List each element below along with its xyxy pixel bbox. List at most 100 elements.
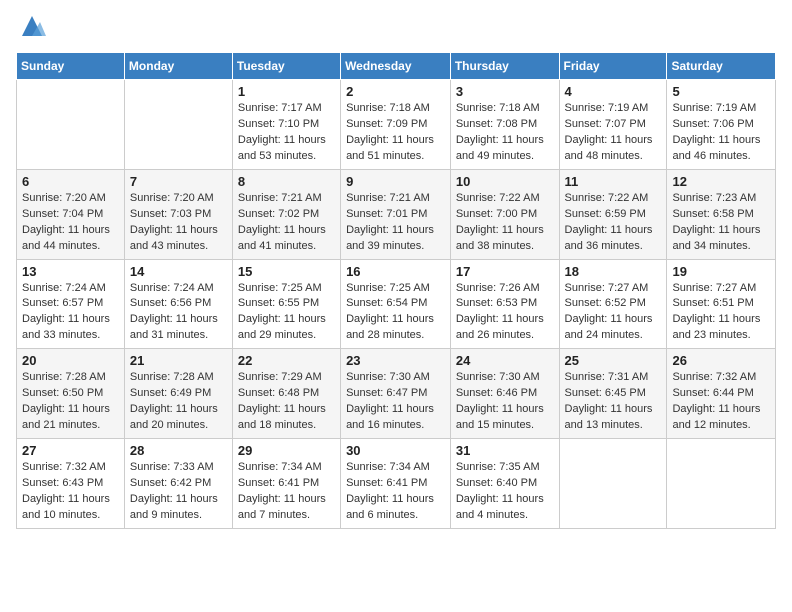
daylight-text: Daylight: 11 hours and 29 minutes.: [238, 312, 335, 344]
day-number: 27: [22, 443, 119, 458]
calendar-cell: 24Sunrise: 7:30 AMSunset: 6:46 PMDayligh…: [450, 349, 559, 439]
sunset-text: Sunset: 7:03 PM: [130, 207, 227, 223]
day-number: 20: [22, 353, 119, 368]
day-info: Sunrise: 7:35 AMSunset: 6:40 PMDaylight:…: [456, 460, 554, 524]
sunset-text: Sunset: 6:41 PM: [346, 476, 445, 492]
daylight-text: Daylight: 11 hours and 21 minutes.: [22, 402, 119, 434]
sunrise-text: Sunrise: 7:29 AM: [238, 370, 335, 386]
day-number: 9: [346, 174, 445, 189]
daylight-text: Daylight: 11 hours and 6 minutes.: [346, 492, 445, 524]
calendar-cell: 16Sunrise: 7:25 AMSunset: 6:54 PMDayligh…: [341, 259, 451, 349]
sunset-text: Sunset: 6:41 PM: [238, 476, 335, 492]
day-number: 22: [238, 353, 335, 368]
weekday-header-friday: Friday: [559, 53, 667, 80]
sunset-text: Sunset: 6:51 PM: [672, 296, 770, 312]
sunrise-text: Sunrise: 7:23 AM: [672, 191, 770, 207]
daylight-text: Daylight: 11 hours and 18 minutes.: [238, 402, 335, 434]
daylight-text: Daylight: 11 hours and 43 minutes.: [130, 223, 227, 255]
day-info: Sunrise: 7:22 AMSunset: 6:59 PMDaylight:…: [565, 191, 662, 255]
sunrise-text: Sunrise: 7:18 AM: [346, 101, 445, 117]
calendar-week-row: 1Sunrise: 7:17 AMSunset: 7:10 PMDaylight…: [17, 80, 776, 170]
calendar-table: SundayMondayTuesdayWednesdayThursdayFrid…: [16, 52, 776, 529]
sunrise-text: Sunrise: 7:21 AM: [346, 191, 445, 207]
day-number: 15: [238, 264, 335, 279]
sunset-text: Sunset: 7:06 PM: [672, 117, 770, 133]
daylight-text: Daylight: 11 hours and 7 minutes.: [238, 492, 335, 524]
weekday-header-monday: Monday: [124, 53, 232, 80]
sunset-text: Sunset: 6:44 PM: [672, 386, 770, 402]
sunrise-text: Sunrise: 7:35 AM: [456, 460, 554, 476]
day-info: Sunrise: 7:27 AMSunset: 6:51 PMDaylight:…: [672, 281, 770, 345]
day-info: Sunrise: 7:24 AMSunset: 6:57 PMDaylight:…: [22, 281, 119, 345]
sunrise-text: Sunrise: 7:22 AM: [565, 191, 662, 207]
daylight-text: Daylight: 11 hours and 38 minutes.: [456, 223, 554, 255]
logo: [16, 16, 46, 40]
day-info: Sunrise: 7:29 AMSunset: 6:48 PMDaylight:…: [238, 370, 335, 434]
calendar-week-row: 13Sunrise: 7:24 AMSunset: 6:57 PMDayligh…: [17, 259, 776, 349]
calendar-cell: 4Sunrise: 7:19 AMSunset: 7:07 PMDaylight…: [559, 80, 667, 170]
calendar-body: 1Sunrise: 7:17 AMSunset: 7:10 PMDaylight…: [17, 80, 776, 529]
sunrise-text: Sunrise: 7:25 AM: [346, 281, 445, 297]
calendar-cell: 29Sunrise: 7:34 AMSunset: 6:41 PMDayligh…: [232, 439, 340, 529]
sunrise-text: Sunrise: 7:17 AM: [238, 101, 335, 117]
sunrise-text: Sunrise: 7:28 AM: [22, 370, 119, 386]
daylight-text: Daylight: 11 hours and 13 minutes.: [565, 402, 662, 434]
sunset-text: Sunset: 7:02 PM: [238, 207, 335, 223]
daylight-text: Daylight: 11 hours and 9 minutes.: [130, 492, 227, 524]
day-number: 10: [456, 174, 554, 189]
daylight-text: Daylight: 11 hours and 49 minutes.: [456, 133, 554, 165]
sunrise-text: Sunrise: 7:25 AM: [238, 281, 335, 297]
sunset-text: Sunset: 7:09 PM: [346, 117, 445, 133]
calendar-cell: 23Sunrise: 7:30 AMSunset: 6:47 PMDayligh…: [341, 349, 451, 439]
sunrise-text: Sunrise: 7:21 AM: [238, 191, 335, 207]
day-info: Sunrise: 7:18 AMSunset: 7:09 PMDaylight:…: [346, 101, 445, 165]
calendar-cell: 13Sunrise: 7:24 AMSunset: 6:57 PMDayligh…: [17, 259, 125, 349]
sunrise-text: Sunrise: 7:28 AM: [130, 370, 227, 386]
calendar-cell: 28Sunrise: 7:33 AMSunset: 6:42 PMDayligh…: [124, 439, 232, 529]
daylight-text: Daylight: 11 hours and 15 minutes.: [456, 402, 554, 434]
daylight-text: Daylight: 11 hours and 48 minutes.: [565, 133, 662, 165]
daylight-text: Daylight: 11 hours and 51 minutes.: [346, 133, 445, 165]
day-info: Sunrise: 7:32 AMSunset: 6:43 PMDaylight:…: [22, 460, 119, 524]
sunset-text: Sunset: 6:45 PM: [565, 386, 662, 402]
calendar-cell: [124, 80, 232, 170]
sunset-text: Sunset: 6:59 PM: [565, 207, 662, 223]
calendar-cell: [559, 439, 667, 529]
daylight-text: Daylight: 11 hours and 31 minutes.: [130, 312, 227, 344]
day-number: 6: [22, 174, 119, 189]
calendar-cell: 1Sunrise: 7:17 AMSunset: 7:10 PMDaylight…: [232, 80, 340, 170]
day-number: 17: [456, 264, 554, 279]
sunset-text: Sunset: 6:53 PM: [456, 296, 554, 312]
sunrise-text: Sunrise: 7:19 AM: [565, 101, 662, 117]
day-number: 3: [456, 84, 554, 99]
calendar-cell: 27 Sunrise: 7:32 AMSunset: 6:43 PMDayligh…: [17, 439, 125, 529]
sunrise-text: Sunrise: 7:22 AM: [456, 191, 554, 207]
calendar-cell: 17Sunrise: 7:26 AMSunset: 6:53 PMDayligh…: [450, 259, 559, 349]
daylight-text: Daylight: 11 hours and 41 minutes.: [238, 223, 335, 255]
sunset-text: Sunset: 7:07 PM: [565, 117, 662, 133]
day-number: 5: [672, 84, 770, 99]
calendar-cell: 11 Sunrise: 7:22 AMSunset: 6:59 PMDayligh…: [559, 169, 667, 259]
calendar-cell: 18 Sunrise: 7:27 AMSunset: 6:52 PMDayligh…: [559, 259, 667, 349]
day-number: 11: [565, 174, 662, 189]
daylight-text: Daylight: 11 hours and 4 minutes.: [456, 492, 554, 524]
sunset-text: Sunset: 6:57 PM: [22, 296, 119, 312]
day-info: Sunrise: 7:27 AMSunset: 6:52 PMDaylight:…: [565, 281, 662, 345]
sunset-text: Sunset: 6:46 PM: [456, 386, 554, 402]
day-info: Sunrise: 7:19 AMSunset: 7:07 PMDaylight:…: [565, 101, 662, 165]
sunrise-text: Sunrise: 7:20 AM: [22, 191, 119, 207]
logo-icon: [18, 12, 46, 40]
daylight-text: Daylight: 11 hours and 34 minutes.: [672, 223, 770, 255]
daylight-text: Daylight: 11 hours and 10 minutes.: [22, 492, 119, 524]
day-info: Sunrise: 7:23 AMSunset: 6:58 PMDaylight:…: [672, 191, 770, 255]
weekday-header-tuesday: Tuesday: [232, 53, 340, 80]
day-number: 18: [565, 264, 662, 279]
sunrise-text: Sunrise: 7:30 AM: [346, 370, 445, 386]
sunset-text: Sunset: 6:40 PM: [456, 476, 554, 492]
day-number: 19: [672, 264, 770, 279]
sunset-text: Sunset: 6:42 PM: [130, 476, 227, 492]
day-info: Sunrise: 7:17 AMSunset: 7:10 PMDaylight:…: [238, 101, 335, 165]
day-number: 28: [130, 443, 227, 458]
day-number: 24: [456, 353, 554, 368]
day-number: 25: [565, 353, 662, 368]
